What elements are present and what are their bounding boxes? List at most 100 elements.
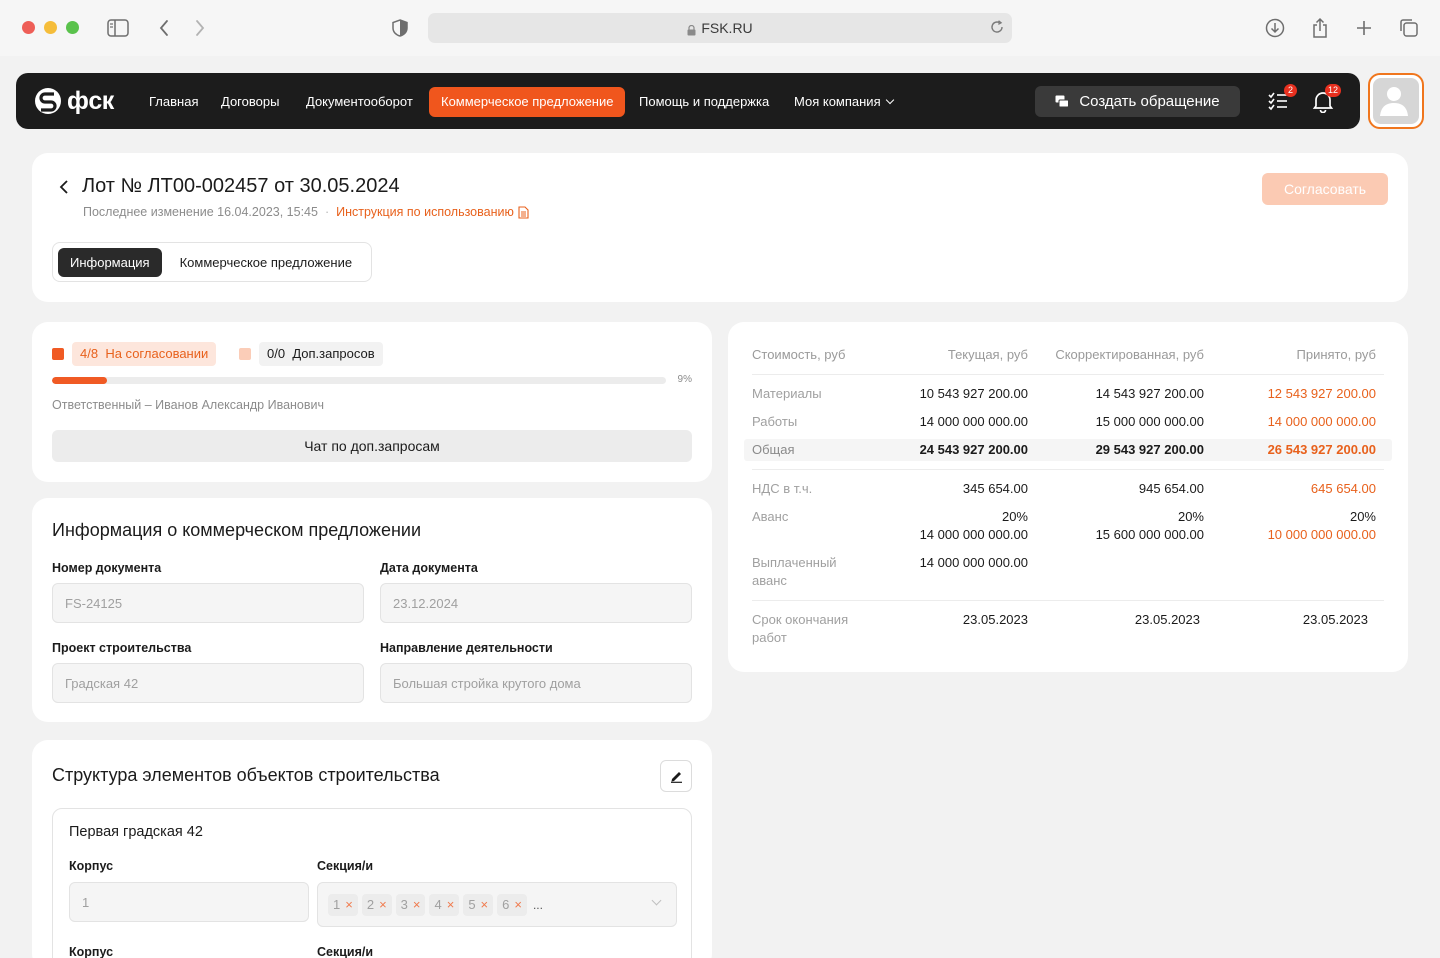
sidebar-toggle-icon[interactable] <box>105 15 131 41</box>
total-divider <box>752 469 1384 470</box>
nav-item-home[interactable]: Главная <box>149 87 198 117</box>
download-icon[interactable] <box>1262 15 1288 41</box>
tab-information[interactable]: Информация <box>58 247 162 277</box>
remove-tag-icon[interactable]: × <box>514 897 522 912</box>
row-label: работ <box>752 630 787 645</box>
section-tag: 5 × <box>463 893 494 916</box>
remove-tag-icon[interactable]: × <box>379 897 387 912</box>
row-accepted-pct: 20% <box>1349 509 1376 524</box>
reload-icon[interactable] <box>990 20 1004 37</box>
row-label: Работы <box>752 414 798 429</box>
row-label: аванс <box>752 573 787 588</box>
structure-title: Структура элементов объектов строительст… <box>52 765 440 785</box>
row-current: 14 000 000 000.00 <box>919 414 1028 429</box>
tab-commercial-offer[interactable]: Коммерческое предложение <box>168 248 364 277</box>
nav-item-commercial-offer[interactable]: Коммерческое предложение <box>429 87 626 117</box>
requests-label: Доп.запросов <box>292 346 375 361</box>
doc-date-label: Дата документа <box>380 561 478 575</box>
cost-table-card: Стоимость, руб Текущая, руб Скорректиров… <box>728 322 1408 672</box>
header-divider <box>752 374 1384 375</box>
chevron-down-icon[interactable] <box>651 895 662 906</box>
share-icon[interactable] <box>1307 15 1333 41</box>
status-marker <box>52 348 64 360</box>
row-accepted: 10 000 000 000.00 <box>1267 527 1376 542</box>
responsible-person: Ответственный – Иванов Александр Иванови… <box>52 398 325 412</box>
row-current: 10 543 927 200.00 <box>919 386 1028 401</box>
url-text: FSK.RU <box>701 20 753 36</box>
meta-separator: · <box>324 205 330 219</box>
address-bar[interactable]: FSK.RU <box>428 13 1012 43</box>
direction-field[interactable]: Большая стройка крутого дома <box>380 663 692 703</box>
chat-icon <box>1055 95 1070 107</box>
tab-overview-icon[interactable] <box>1396 15 1422 41</box>
nav-item-contracts[interactable]: Договоры <box>221 87 279 117</box>
object-title: Первая градская 42 <box>69 824 203 840</box>
tasks-icon[interactable]: 2 <box>1266 84 1297 115</box>
privacy-shield-icon[interactable] <box>387 15 413 41</box>
section-tag-label: 5 <box>468 897 476 912</box>
approval-status-card: 4/8 На согласовании 0/0 Доп.запросов 9% … <box>32 322 712 482</box>
row-accepted: 23.05.2023 <box>1302 612 1368 627</box>
new-tab-icon[interactable] <box>1351 15 1377 41</box>
direction-label: Направление деятельности <box>380 641 553 655</box>
row-current: 14 000 000 000.00 <box>919 555 1028 570</box>
row-accepted: 645 654.00 <box>1310 481 1376 496</box>
close-window-button[interactable] <box>22 21 35 34</box>
minimize-window-button[interactable] <box>44 21 57 34</box>
korpus-field[interactable]: 1 <box>69 882 309 922</box>
offer-info-title: Информация о коммерческом предложении <box>52 520 422 540</box>
create-request-button[interactable]: Создать обращение <box>1035 86 1240 117</box>
nav-item-help[interactable]: Помощь и поддержка <box>639 87 769 117</box>
sections-more: ... <box>532 897 543 912</box>
notifications-bell-icon[interactable]: 12 <box>1311 84 1342 115</box>
instruction-link[interactable]: Инструкция по использованию <box>336 205 529 219</box>
approval-status-badge: 4/8 На согласовании <box>72 342 217 366</box>
remove-tag-icon[interactable]: × <box>413 897 421 912</box>
approval-status-chip: 4/8 На согласовании <box>52 342 217 366</box>
structure-card: Структура элементов объектов строительст… <box>32 740 712 958</box>
sections-label-2: Секция/и <box>317 945 374 958</box>
fsk-logo-icon <box>35 88 61 114</box>
row-label: Общая <box>752 442 795 457</box>
row-corrected: 29 543 927 200.00 <box>1095 442 1204 457</box>
fsk-logo[interactable]: фск <box>34 87 114 115</box>
doc-date-field[interactable]: 23.12.2024 <box>380 583 692 623</box>
tasks-badge: 2 <box>1284 84 1297 97</box>
nav-item-my-company[interactable]: Моя компания <box>794 87 894 117</box>
approve-button[interactable]: Согласовать <box>1262 173 1388 205</box>
back-arrow-icon[interactable] <box>58 179 72 194</box>
back-nav-icon[interactable] <box>151 15 177 41</box>
sections-multiselect[interactable]: 1 × 2 × 3 × 4 × 5 × 6 × ... <box>317 882 677 927</box>
maximize-window-button[interactable] <box>66 21 79 34</box>
edit-structure-button[interactable] <box>660 760 692 792</box>
row-label: Выплаченный <box>752 555 837 570</box>
progress-percent: 9% <box>677 374 692 385</box>
requests-chat-button[interactable]: Чат по доп.запросам <box>52 430 692 462</box>
forward-nav-icon[interactable] <box>187 15 213 41</box>
row-accepted: 12 543 927 200.00 <box>1267 386 1376 401</box>
section-tag: 4 × <box>429 893 460 916</box>
doc-number-field[interactable]: FS-24125 <box>52 583 364 623</box>
row-corrected: 945 654.00 <box>1138 481 1204 496</box>
row-corrected-pct: 20% <box>1177 509 1204 524</box>
approval-progress-fill <box>52 377 108 384</box>
row-label: Материалы <box>752 386 822 401</box>
project-field[interactable]: Градская 42 <box>52 663 364 703</box>
notifications-badge: 12 <box>1325 84 1342 97</box>
requests-count: 0/0 <box>267 346 286 361</box>
row-current: 345 654.00 <box>962 481 1028 496</box>
sections-label: Секция/и <box>317 859 374 873</box>
remove-tag-icon[interactable]: × <box>481 897 489 912</box>
row-corrected: 15 000 000 000.00 <box>1095 414 1204 429</box>
user-silhouette-icon <box>1380 87 1408 116</box>
deadline-divider <box>752 600 1384 601</box>
requests-status-badge: 0/0 Доп.запросов <box>259 342 383 366</box>
nav-item-documents[interactable]: Документооборот <box>306 87 413 117</box>
header-corrected: Скорректированная, руб <box>1055 347 1204 362</box>
row-current: 24 543 927 200.00 <box>919 442 1028 457</box>
row-label: Срок окончания <box>752 612 849 627</box>
pencil-icon <box>670 771 682 783</box>
remove-tag-icon[interactable]: × <box>447 897 455 912</box>
user-avatar-button[interactable] <box>1368 73 1424 129</box>
remove-tag-icon[interactable]: × <box>345 897 353 912</box>
